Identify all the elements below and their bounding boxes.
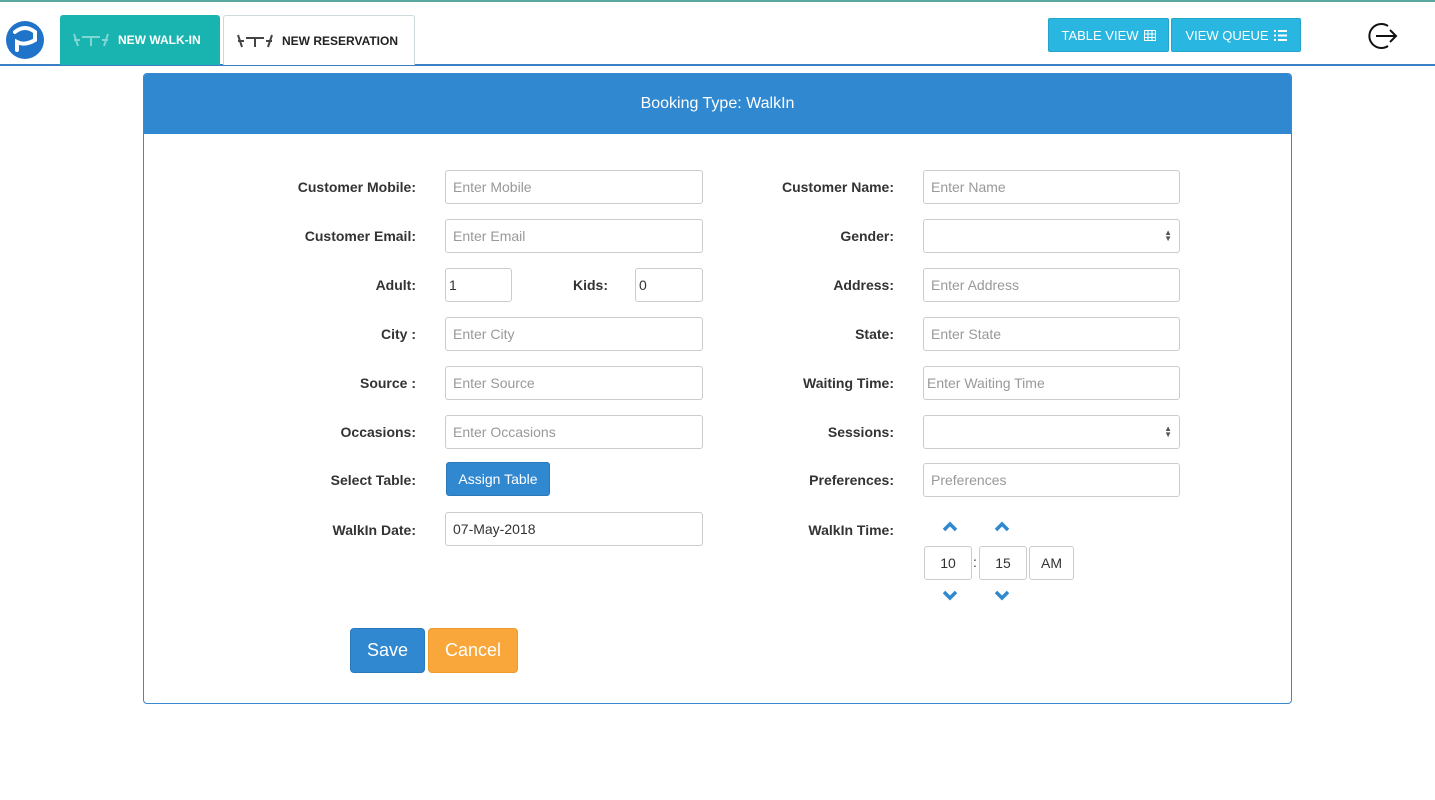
- city-input[interactable]: [445, 317, 703, 351]
- top-bar: NEW WALK-IN NEW RESERVATION TABLE VIEW V…: [0, 0, 1435, 66]
- waiting-time-input[interactable]: [923, 366, 1180, 400]
- city-label: City :: [381, 326, 416, 342]
- source-label: Source :: [359, 375, 416, 391]
- walkin-time-label: WalkIn Time:: [808, 522, 894, 538]
- source-input[interactable]: [445, 366, 703, 400]
- preferences-input[interactable]: [923, 463, 1180, 497]
- adult-label: Adult:: [375, 277, 416, 293]
- state-label: State:: [855, 326, 894, 342]
- grid-icon: [1143, 29, 1156, 41]
- hour-input[interactable]: 10: [924, 546, 972, 580]
- assign-table-button[interactable]: Assign Table: [446, 462, 550, 496]
- occasions-input[interactable]: [445, 415, 703, 449]
- minute-up-icon[interactable]: [992, 520, 1012, 534]
- panel-title: Booking Type: WalkIn: [144, 74, 1291, 134]
- customer-mobile-label: Customer Mobile:: [297, 179, 416, 195]
- occasions-label: Occasions:: [340, 424, 416, 440]
- gender-label: Gender:: [840, 228, 894, 244]
- meridian-toggle[interactable]: AM: [1029, 546, 1074, 580]
- preferences-label: Preferences:: [809, 472, 894, 488]
- logout-icon[interactable]: [1366, 19, 1400, 53]
- tab-new-walk-in[interactable]: NEW WALK-IN: [60, 15, 220, 65]
- tab-new-reservation[interactable]: NEW RESERVATION: [223, 15, 415, 65]
- select-arrows-icon: ▲ ▼: [1164, 228, 1172, 243]
- customer-name-label: Customer Name:: [781, 179, 894, 195]
- list-icon: [1273, 29, 1287, 41]
- select-arrows-icon: ▲ ▼: [1164, 424, 1172, 439]
- tab-label: NEW WALK-IN: [118, 33, 201, 47]
- gender-select[interactable]: ▲ ▼: [923, 219, 1180, 253]
- waiting-time-label: Waiting Time:: [803, 375, 894, 391]
- customer-email-label: Customer Email:: [304, 228, 416, 244]
- adult-input[interactable]: [445, 268, 512, 302]
- view-queue-label: VIEW QUEUE: [1185, 27, 1269, 43]
- address-input[interactable]: [923, 268, 1180, 302]
- address-label: Address:: [833, 277, 894, 293]
- kids-input[interactable]: [635, 268, 703, 302]
- table-view-button[interactable]: TABLE VIEW: [1048, 18, 1169, 52]
- table-chairs-icon: [237, 34, 273, 47]
- minute-down-icon[interactable]: [992, 588, 1012, 602]
- table-view-label: TABLE VIEW: [1061, 27, 1139, 43]
- walkin-date-input[interactable]: [445, 512, 703, 546]
- minute-input[interactable]: 15: [979, 546, 1027, 580]
- tab-label: NEW RESERVATION: [282, 33, 399, 48]
- select-table-label: Select Table:: [330, 472, 416, 488]
- hour-up-icon[interactable]: [940, 520, 960, 534]
- table-chairs-icon: [73, 33, 109, 47]
- sessions-select[interactable]: ▲ ▼: [923, 415, 1180, 449]
- time-separator: :: [973, 554, 977, 570]
- app-logo-icon[interactable]: [5, 20, 45, 60]
- customer-mobile-input[interactable]: [445, 170, 703, 204]
- cancel-button[interactable]: Cancel: [428, 628, 518, 673]
- customer-name-input[interactable]: [923, 170, 1180, 204]
- customer-email-input[interactable]: [445, 219, 703, 253]
- sessions-label: Sessions:: [827, 424, 894, 440]
- kids-label: Kids:: [573, 277, 608, 293]
- walkin-date-label: WalkIn Date:: [332, 522, 417, 538]
- save-button[interactable]: Save: [350, 628, 425, 673]
- hour-down-icon[interactable]: [940, 588, 960, 602]
- view-queue-button[interactable]: VIEW QUEUE: [1171, 18, 1301, 52]
- state-input[interactable]: [923, 317, 1180, 351]
